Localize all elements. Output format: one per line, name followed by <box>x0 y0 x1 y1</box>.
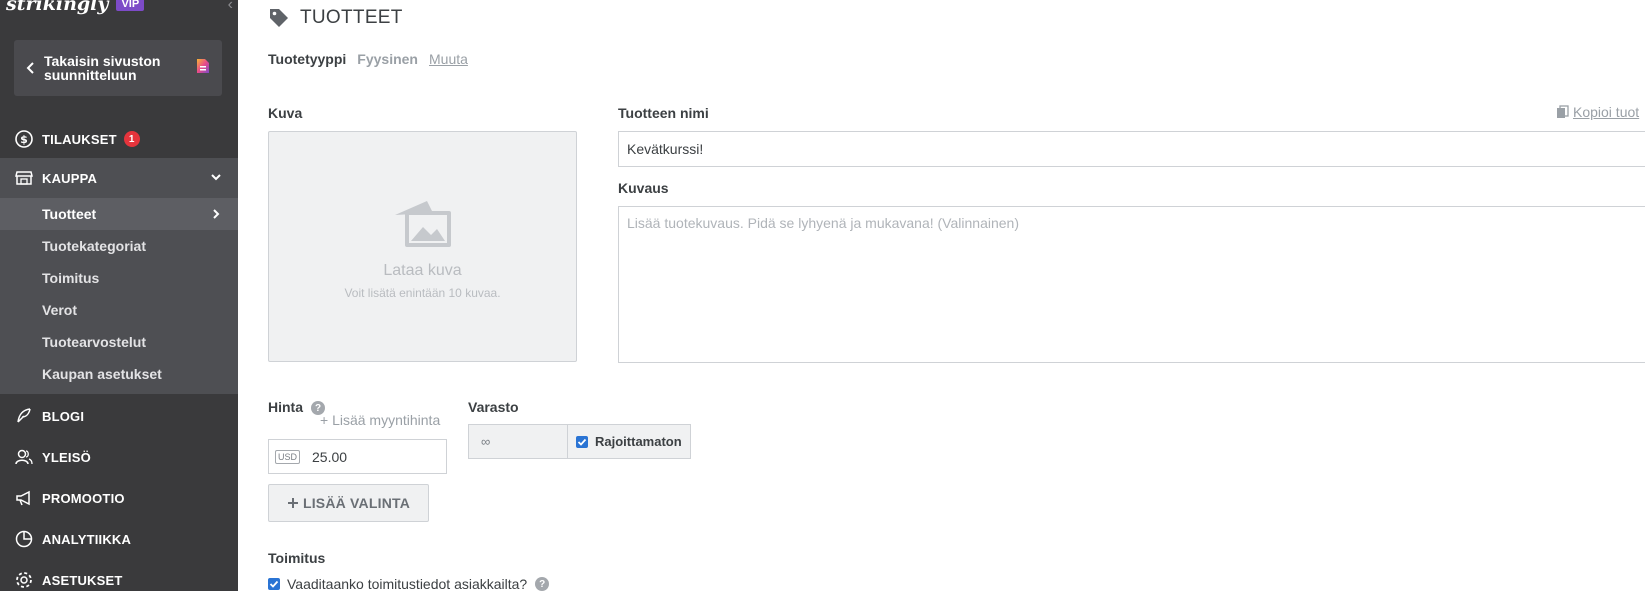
change-product-type-link[interactable]: Muuta <box>429 51 468 67</box>
require-shipping-option[interactable]: Vaaditaanko toimitustiedot asiakkailta? … <box>268 576 550 592</box>
collapse-sidebar-icon[interactable]: ‹ <box>228 0 233 14</box>
shipping-label: Toimitus <box>268 550 326 566</box>
logo[interactable]: strikingly <box>6 0 108 15</box>
nav-audience[interactable]: YLEISÖ <box>0 437 238 477</box>
unlimited-stock-toggle[interactable]: Rajoittamaton <box>567 424 691 459</box>
plus-icon <box>287 498 298 508</box>
currency-label: USD <box>275 449 301 464</box>
chevron-left-icon <box>26 62 34 74</box>
product-name-input[interactable] <box>618 131 1645 167</box>
pie-chart-icon <box>15 530 33 548</box>
page-title: TUOTTEET <box>268 7 403 29</box>
nav-settings-label: ASETUKSET <box>42 572 123 588</box>
product-type-value: Fyysinen <box>357 51 418 67</box>
sidebar-item-label: Tuotteet <box>42 206 97 222</box>
image-upload-area[interactable]: Lataa kuva Voit lisätä enintään 10 kuvaa… <box>268 131 577 362</box>
page-title-text: TUOTTEET <box>300 7 403 28</box>
nav-store[interactable]: KAUPPA <box>0 158 238 198</box>
stock-label: Varasto <box>468 399 519 415</box>
nav-orders[interactable]: $ TILAUKSET 1 <box>0 119 238 159</box>
upload-limit-hint: Voit lisätä enintään 10 kuvaa. <box>344 286 501 300</box>
nav-promotion-label: PROMOOTIO <box>42 490 125 506</box>
product-type-label: Tuotetyyppi <box>268 51 347 67</box>
users-icon <box>15 449 33 465</box>
require-shipping-label: Vaaditaanko toimitustiedot asiakkailta? <box>287 576 528 592</box>
unlimited-checkbox[interactable] <box>576 435 588 448</box>
stock-value: ∞ <box>481 434 491 449</box>
main-content: TUOTTEET Tuotetyyppi Fyysinen Muuta Kuva… <box>238 0 1645 592</box>
back-button-label: Takaisin sivuston suunnitteluun <box>44 53 161 83</box>
check-icon <box>269 580 279 588</box>
check-icon <box>577 438 587 446</box>
copy-icon <box>1557 105 1569 118</box>
sidebar-item-categories[interactable]: Tuotekategoriat <box>0 230 238 262</box>
nav-orders-label: TILAUKSET <box>42 131 117 147</box>
description-textarea[interactable] <box>618 206 1645 363</box>
vip-badge: VIP <box>116 0 145 11</box>
nav-blog-label: BLOGI <box>42 408 85 424</box>
tag-icon <box>270 9 288 27</box>
sidebar-item-taxes[interactable]: Verot <box>0 294 238 326</box>
price-input[interactable]: USD 25.00 <box>268 439 447 474</box>
gear-icon <box>16 572 32 588</box>
sidebar-item-label: Toimitus <box>42 270 100 286</box>
dollar-circle-icon: $ <box>15 130 33 148</box>
add-option-label: LISÄÄ VALINTA <box>302 495 411 511</box>
nav-analytics-label: ANALYTIIKKA <box>42 531 132 547</box>
image-placeholder-icon <box>395 201 451 247</box>
help-icon[interactable]: ? <box>535 577 550 591</box>
sidebar-item-label: Tuotearvostelut <box>42 334 146 350</box>
orders-count-badge: 1 <box>123 131 140 147</box>
nav-settings[interactable]: ASETUKSET <box>0 560 238 591</box>
sidebar-item-reviews[interactable]: Tuotearvostelut <box>0 326 238 358</box>
sidebar-item-label: Verot <box>42 302 78 318</box>
require-shipping-checkbox[interactable] <box>268 578 280 590</box>
description-label: Kuvaus <box>618 180 669 196</box>
image-label: Kuva <box>268 105 303 121</box>
sidebar-item-products[interactable]: Tuotteet <box>0 198 238 230</box>
nav-blog[interactable]: BLOGI <box>0 396 238 436</box>
sidebar-item-label: Kaupan asetukset <box>42 366 162 382</box>
chevron-down-icon <box>211 174 221 181</box>
product-name-label: Tuotteen nimi <box>618 105 709 121</box>
sidebar-item-label: Tuotekategoriat <box>42 238 146 254</box>
nav-store-label: KAUPPA <box>42 170 98 186</box>
price-label-row: Hinta? <box>268 399 325 416</box>
document-icon <box>197 59 209 73</box>
nav-promotion[interactable]: PROMOOTIO <box>0 478 238 518</box>
megaphone-icon <box>16 490 30 506</box>
brand[interactable]: strikingly VIP <box>6 0 145 15</box>
price-label: Hinta <box>268 399 303 415</box>
nav-analytics[interactable]: ANALYTIIKKA <box>0 519 238 559</box>
nav-audience-label: YLEISÖ <box>42 449 91 465</box>
sidebar-item-shipping[interactable]: Toimitus <box>0 262 238 294</box>
store-submenu: Tuotteet Tuotekategoriat Toimitus Verot … <box>0 198 238 394</box>
copy-product-link[interactable]: Kopioi tuot <box>1556 104 1639 120</box>
copy-link-label: Kopioi tuot <box>1573 104 1640 120</box>
add-sale-price-link[interactable]: + Lisää myyntihinta <box>320 412 440 428</box>
upload-image-text: Lataa kuva <box>383 262 462 279</box>
svg-text:$: $ <box>20 133 28 146</box>
back-to-editor-button[interactable]: Takaisin sivuston suunnitteluun <box>14 40 222 96</box>
store-icon <box>15 171 33 185</box>
product-type-row: Tuotetyyppi Fyysinen Muuta <box>268 51 468 67</box>
unlimited-label: Rajoittamaton <box>595 434 682 449</box>
sidebar-item-store-settings[interactable]: Kaupan asetukset <box>0 358 238 390</box>
chevron-right-icon <box>213 209 220 219</box>
add-option-button[interactable]: LISÄÄ VALINTA <box>268 484 429 522</box>
price-value: 25.00 <box>312 448 348 465</box>
stock-input[interactable]: ∞ <box>468 424 568 459</box>
feather-icon <box>17 408 31 423</box>
sidebar: strikingly VIP ‹ Takaisin sivuston suunn… <box>0 0 238 591</box>
